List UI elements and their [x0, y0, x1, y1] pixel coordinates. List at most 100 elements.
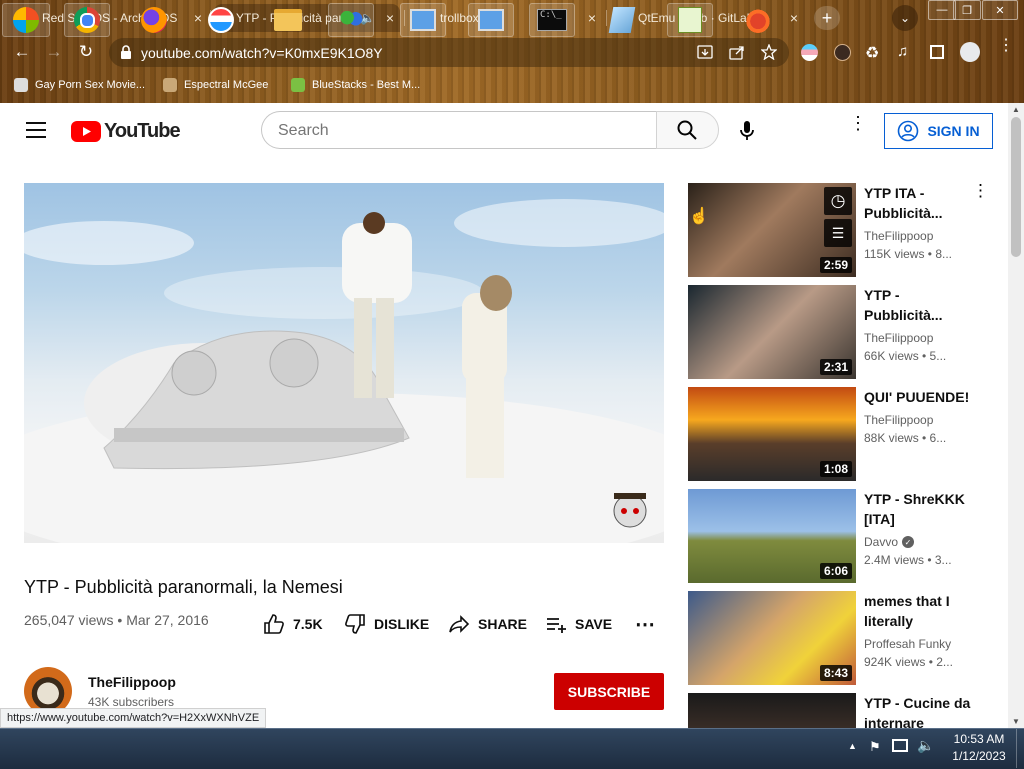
show-hidden-icons-icon[interactable]: ▲ [848, 741, 857, 751]
taskbar-chrome[interactable] [64, 3, 110, 37]
watch-later-icon[interactable]: ◷ [824, 187, 852, 215]
extension-flag-icon[interactable] [801, 44, 818, 61]
recommendation-title[interactable]: YTP - Pubblicità... [864, 285, 974, 325]
recommendation-title[interactable]: QUI' PUUENDE! [864, 387, 974, 407]
recommendation-item[interactable]: 6:06 YTP - ShreKKK [ITA] Davvo ✓ 2.4M vie… [688, 489, 988, 583]
reload-button[interactable]: ↻ [75, 41, 97, 63]
minimize-window-button[interactable]: — [928, 0, 956, 20]
hamburger-menu-icon[interactable] [26, 122, 46, 138]
subscribe-button[interactable]: SUBSCRIBE [554, 673, 664, 710]
new-tab-button[interactable]: + [814, 6, 840, 30]
extensions-puzzle-icon[interactable]: ♻ [865, 43, 879, 63]
recommendation-title[interactable]: memes that I literally [864, 591, 974, 631]
close-tab-icon[interactable]: × [588, 10, 596, 26]
command-prompt-icon: C:\_ [537, 9, 567, 31]
close-tab-icon[interactable]: × [790, 10, 798, 26]
channel-name[interactable]: TheFilippoop [88, 674, 176, 690]
start-button[interactable] [2, 3, 50, 37]
dislike-button[interactable]: DISLIKE [344, 612, 429, 636]
channel-name[interactable]: TheFilippoop [864, 413, 933, 427]
scroll-down-arrow-icon[interactable]: ▼ [1012, 717, 1020, 726]
taskbar-explorer[interactable] [265, 3, 311, 37]
video-thumbnail[interactable]: 8:43 [688, 591, 856, 685]
channel-name[interactable]: TheFilippoop [864, 331, 933, 345]
share-page-icon[interactable] [729, 45, 745, 60]
share-button[interactable]: SHARE [448, 612, 527, 636]
recommendation-item[interactable]: 2:31 YTP - Pubblicità... TheFilippoop 66K… [688, 285, 988, 379]
video-thumbnail[interactable]: 1:08 [688, 387, 856, 481]
taskbar-network-app-2[interactable] [468, 3, 514, 37]
taskbar-notepadpp[interactable] [667, 3, 713, 37]
chrome-menu-icon[interactable]: ⋮ [998, 38, 1014, 54]
page-scrollbar[interactable]: ▲ ▼ [1008, 103, 1024, 728]
mouse-cursor-icon: ☝ [689, 208, 709, 225]
channel-name[interactable]: Proffesah Funky [864, 637, 951, 651]
video-thumbnail[interactable]: 2:31 [688, 285, 856, 379]
like-button[interactable]: 7.5K [263, 612, 323, 636]
recommendation-item[interactable]: ◷ ☰ 2:59 YTP ITA - Pubblicità... TheFilip… [688, 182, 989, 277]
bookmark-item[interactable]: BlueStacks - Best M... [291, 76, 420, 94]
side-panel-icon[interactable] [930, 45, 944, 59]
bookmark-star-icon[interactable] [761, 44, 777, 60]
back-button[interactable]: ← [11, 41, 33, 63]
search-input[interactable]: Search [278, 122, 329, 140]
tab-search-button[interactable]: ⌄ [892, 5, 918, 31]
taskbar-cmd[interactable]: C:\_ [529, 3, 575, 37]
duration-badge: 8:43 [819, 665, 852, 681]
forward-button[interactable]: → [43, 41, 65, 63]
show-desktop-button[interactable] [1016, 729, 1024, 768]
extension-avatar-icon[interactable] [834, 44, 851, 61]
video-frame-image [24, 199, 664, 543]
more-options-icon[interactable]: ⋮ [849, 114, 867, 132]
profile-icon[interactable] [960, 42, 980, 62]
more-actions-icon[interactable]: ⋯ [635, 612, 656, 637]
url-text[interactable]: youtube.com/watch?v=K0mxE9K1O8Y [141, 45, 383, 61]
sign-in-button[interactable]: SIGN IN [884, 113, 993, 149]
title-line: Pubblicità... [864, 205, 943, 221]
more-options-icon[interactable]: ⋮ [972, 182, 989, 199]
recommendation-title[interactable]: YTP ITA - Pubblicità... [864, 183, 974, 223]
taskbar-gitlab[interactable] [735, 3, 781, 37]
network-icon[interactable] [892, 739, 908, 752]
taskbar-app[interactable] [198, 3, 244, 37]
media-control-icon[interactable]: ♫ [897, 43, 908, 60]
microphone-icon[interactable] [739, 120, 755, 142]
video-thumbnail[interactable] [688, 693, 856, 728]
address-bar[interactable]: youtube.com/watch?v=K0mxE9K1O8Y [109, 38, 789, 67]
scrollbar-thumb[interactable] [1011, 117, 1021, 257]
install-icon[interactable] [697, 45, 713, 60]
action-center-flag-icon[interactable]: ⚑ [869, 739, 881, 755]
recommendation-title[interactable]: YTP - ShreKKK [ITA] [864, 489, 974, 529]
bookmark-item[interactable]: Gay Porn Sex Movie... [14, 76, 145, 94]
save-button[interactable]: SAVE [545, 612, 612, 636]
add-to-queue-icon[interactable]: ☰ [824, 219, 852, 247]
close-tab-icon[interactable]: × [386, 10, 394, 26]
restore-window-button[interactable]: ❐ [953, 0, 981, 20]
volume-icon[interactable]: 🔈 [917, 737, 934, 754]
lock-icon[interactable] [120, 45, 132, 59]
channel-name[interactable]: TheFilippoop [864, 229, 933, 243]
chrome-icon [74, 7, 100, 33]
search-box[interactable]: Search [261, 111, 656, 149]
recommendation-title[interactable]: YTP - Cucine da internare [864, 693, 974, 728]
view-info: 2.4M views • 3... [864, 553, 952, 567]
video-thumbnail[interactable]: 6:06 [688, 489, 856, 583]
taskbar-clock[interactable]: 10:53 AM 1/12/2023 [946, 731, 1012, 765]
video-thumbnail[interactable]: ◷ ☰ 2:59 [688, 183, 856, 277]
bookmark-item[interactable]: Espectral McGee [163, 76, 268, 94]
video-title: YTP - Pubblicità paranormali, la Nemesi [24, 577, 343, 597]
close-window-button[interactable]: ✕ [982, 0, 1018, 20]
recommendation-item[interactable]: 1:08 QUI' PUUENDE! TheFilippoop 88K view… [688, 387, 988, 481]
taskbar-network-app[interactable] [400, 3, 446, 37]
video-player[interactable] [24, 183, 664, 543]
recommendation-item[interactable]: 8:43 memes that I literally Proffesah Fun… [688, 591, 988, 685]
taskbar-firefox[interactable] [131, 3, 177, 37]
taskbar-notepad[interactable] [599, 3, 645, 37]
channel-name[interactable]: Davvo ✓ [864, 535, 915, 549]
dislike-label: DISLIKE [374, 616, 430, 632]
youtube-logo[interactable]: YouTube [71, 119, 181, 143]
taskbar-messenger[interactable] [328, 3, 374, 37]
scroll-up-arrow-icon[interactable]: ▲ [1012, 105, 1020, 114]
recommendation-item[interactable]: YTP - Cucine da internare [688, 693, 988, 728]
search-button[interactable] [656, 111, 719, 149]
